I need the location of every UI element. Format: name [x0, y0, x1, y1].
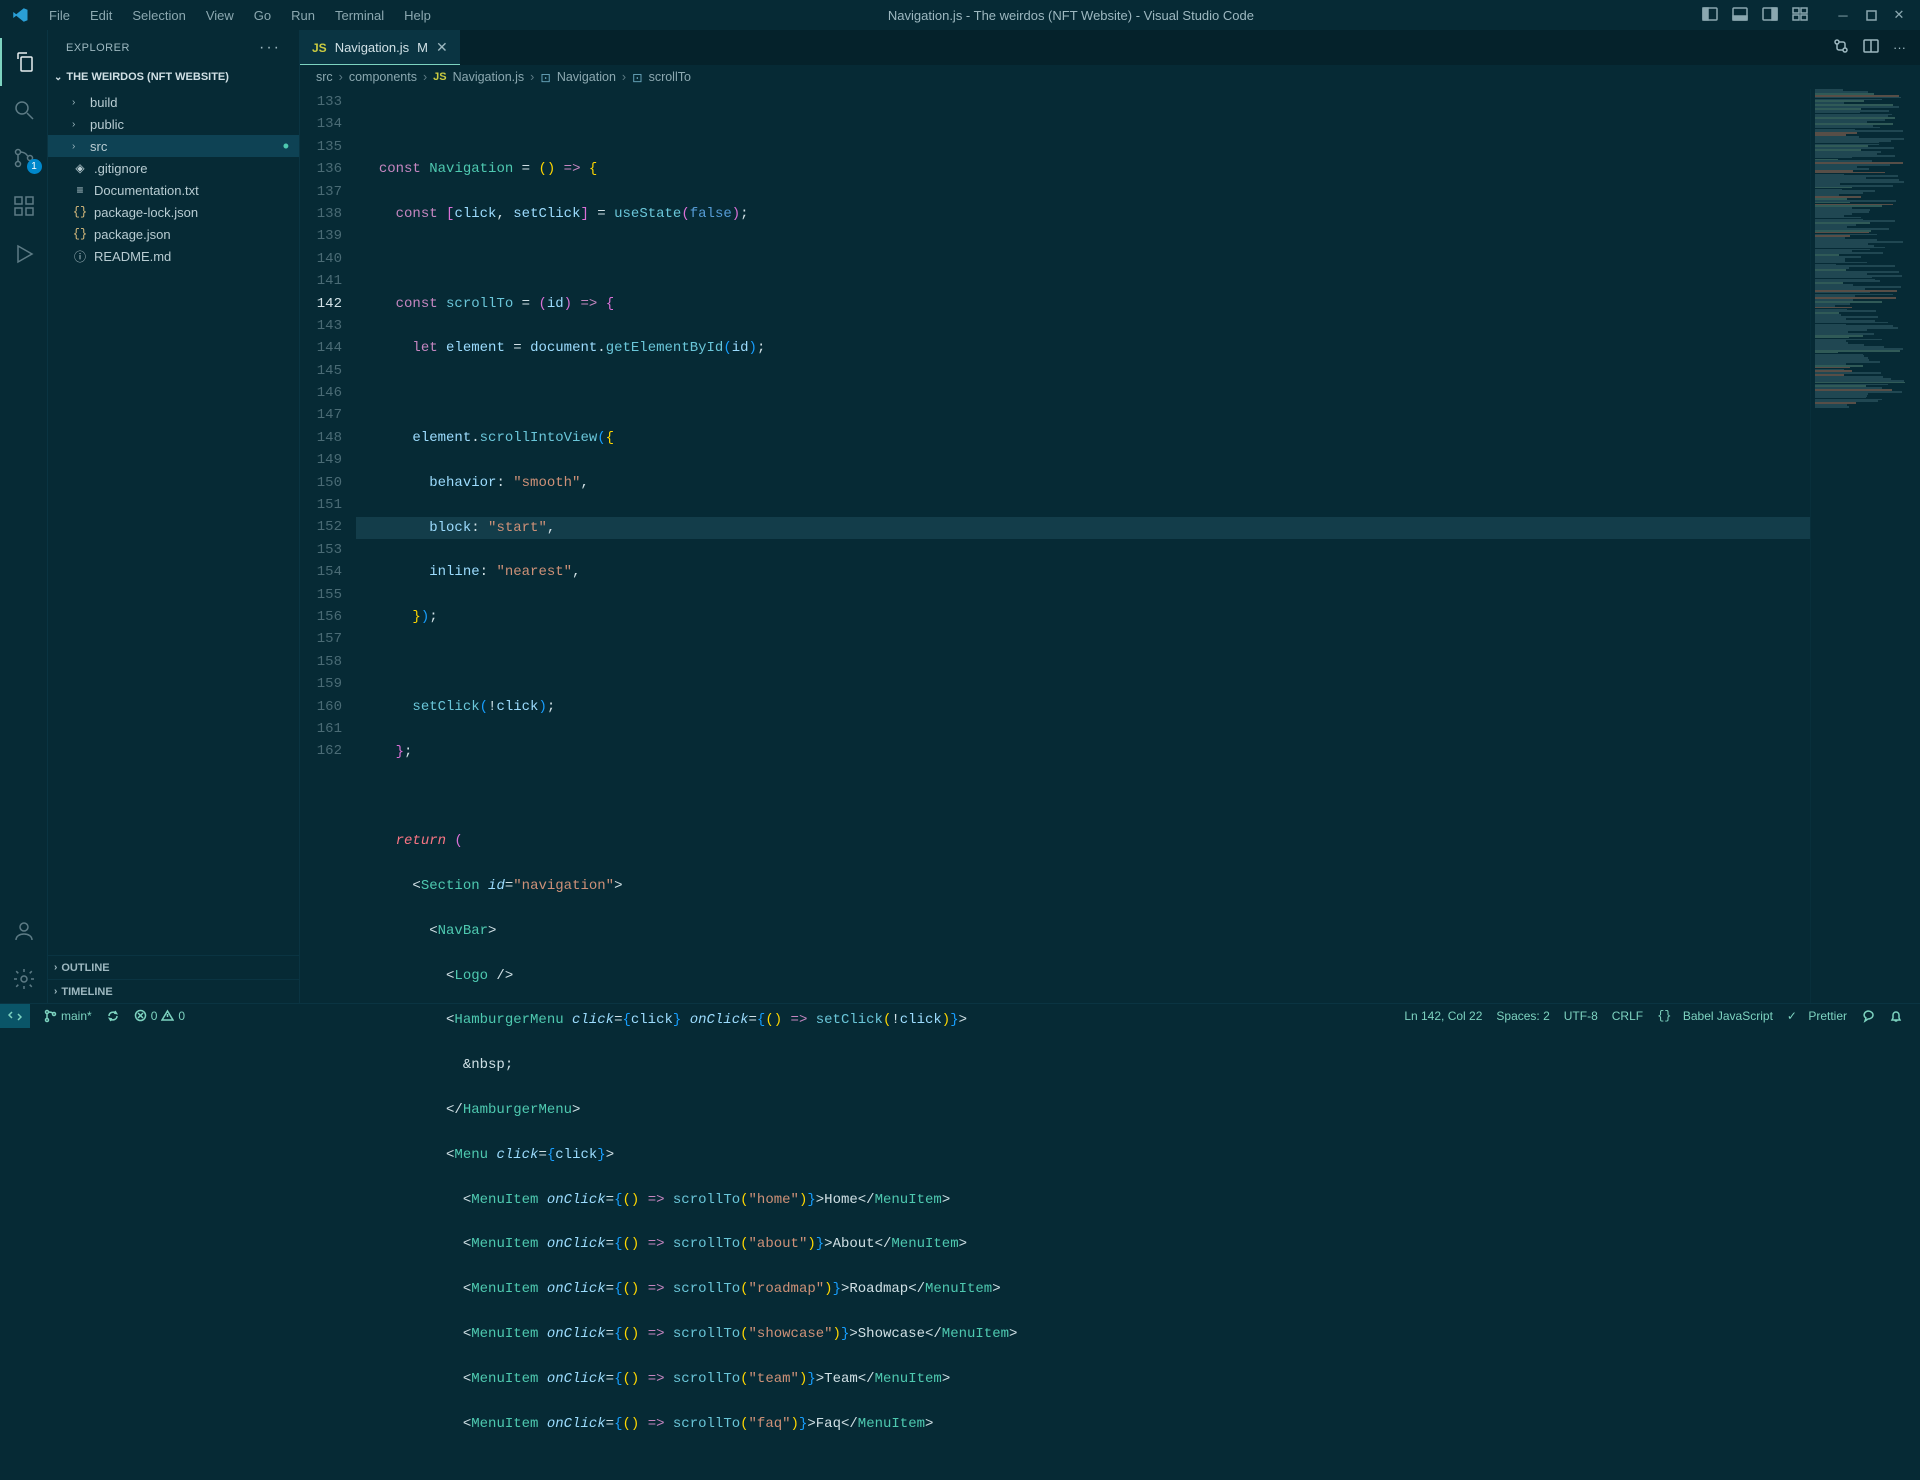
- chevron-right-icon: ›: [54, 986, 57, 997]
- breadcrumb-scrollto[interactable]: scrollTo: [649, 70, 691, 84]
- js-file-icon: JS: [433, 71, 446, 83]
- text-file-icon: ≡: [72, 183, 88, 197]
- chevron-right-icon: ›: [54, 962, 57, 973]
- sidebar-more-icon[interactable]: ···: [259, 39, 281, 57]
- sidebar-title-label: EXPLORER: [66, 42, 130, 54]
- vscode-logo-icon: [8, 3, 32, 27]
- editor-actions: ···: [1819, 30, 1920, 65]
- breadcrumb-file[interactable]: Navigation.js: [453, 70, 525, 84]
- minimap[interactable]: [1810, 89, 1920, 1003]
- file-gitignore[interactable]: ◈.gitignore: [48, 157, 299, 179]
- chevron-right-icon: ›: [530, 70, 534, 84]
- breadcrumb-components[interactable]: components: [349, 70, 417, 84]
- symbol-icon: ⊡: [632, 70, 642, 85]
- explorer-icon[interactable]: [0, 38, 48, 86]
- git-file-icon: ◈: [72, 161, 88, 175]
- compare-changes-icon[interactable]: [1833, 38, 1849, 57]
- folder-build[interactable]: ›build: [48, 91, 299, 113]
- sidebar: EXPLORER ··· ⌄ THE WEIRDOS (NFT WEBSITE)…: [48, 30, 300, 1003]
- window-title: Navigation.js - The weirdos (NFT Website…: [440, 8, 1702, 23]
- git-branch[interactable]: main*: [36, 1009, 99, 1023]
- tab-modified-indicator: M: [417, 40, 428, 55]
- menu-terminal[interactable]: Terminal: [326, 4, 393, 27]
- activitybar: 1: [0, 30, 48, 1003]
- minimize-icon[interactable]: ─: [1836, 8, 1850, 22]
- scm-badge: 1: [27, 159, 42, 174]
- file-packagelock[interactable]: {}package-lock.json: [48, 201, 299, 223]
- sidebar-title: EXPLORER ···: [48, 30, 299, 65]
- file-documentation[interactable]: ≡Documentation.txt: [48, 179, 299, 201]
- file-packagejson[interactable]: {}package.json: [48, 223, 299, 245]
- split-editor-icon[interactable]: [1863, 39, 1879, 56]
- menubar: File Edit Selection View Go Run Terminal…: [40, 4, 440, 27]
- file-readme[interactable]: ⓘREADME.md: [48, 245, 299, 267]
- run-debug-icon[interactable]: [0, 230, 48, 278]
- tab-navigation-js[interactable]: JS Navigation.js M ✕: [300, 30, 460, 65]
- extensions-icon[interactable]: [0, 182, 48, 230]
- chevron-right-icon: ›: [622, 70, 626, 84]
- toggle-panel-bottom-icon[interactable]: [1732, 7, 1748, 24]
- menu-view[interactable]: View: [197, 4, 243, 27]
- breadcrumb-src[interactable]: src: [316, 70, 333, 84]
- account-icon[interactable]: [0, 907, 48, 955]
- chevron-right-icon: ›: [423, 70, 427, 84]
- feedback-icon[interactable]: [1854, 1009, 1882, 1023]
- project-header[interactable]: ⌄ THE WEIRDOS (NFT WEBSITE): [48, 65, 299, 89]
- js-file-icon: JS: [312, 41, 327, 55]
- modified-dot-icon: •: [283, 137, 289, 155]
- json-file-icon: {}: [72, 205, 88, 219]
- file-tree: ›build ›public ›src• ◈.gitignore ≡Docume…: [48, 89, 299, 269]
- folder-public[interactable]: ›public: [48, 113, 299, 135]
- tab-close-icon[interactable]: ✕: [436, 39, 448, 56]
- editor-body[interactable]: 1331341351361371381391401411421431441451…: [300, 89, 1920, 1003]
- chevron-down-icon: ⌄: [54, 72, 62, 83]
- project-name: THE WEIRDOS (NFT WEBSITE): [66, 71, 229, 83]
- source-control-icon[interactable]: 1: [0, 134, 48, 182]
- search-icon[interactable]: [0, 86, 48, 134]
- symbol-icon: ⊡: [540, 70, 550, 85]
- sync-icon[interactable]: [99, 1009, 127, 1023]
- chevron-right-icon: ›: [339, 70, 343, 84]
- toggle-panel-right-icon[interactable]: [1762, 7, 1778, 24]
- titlebar: File Edit Selection View Go Run Terminal…: [0, 0, 1920, 30]
- menu-file[interactable]: File: [40, 4, 79, 27]
- breadcrumb-navigation[interactable]: Navigation: [557, 70, 616, 84]
- timeline-section[interactable]: ›TIMELINE: [48, 979, 299, 1003]
- maximize-icon[interactable]: [1864, 8, 1878, 22]
- customize-layout-icon[interactable]: [1792, 7, 1808, 24]
- info-file-icon: ⓘ: [72, 248, 88, 265]
- toggle-panel-left-icon[interactable]: [1702, 7, 1718, 24]
- bell-icon[interactable]: [1882, 1009, 1910, 1023]
- menu-selection[interactable]: Selection: [123, 4, 194, 27]
- titlebar-actions: ─ ✕: [1702, 7, 1912, 24]
- close-icon[interactable]: ✕: [1892, 8, 1906, 22]
- tab-bar: JS Navigation.js M ✕ ···: [300, 30, 1920, 65]
- tab-filename: Navigation.js: [335, 40, 409, 55]
- menu-help[interactable]: Help: [395, 4, 440, 27]
- settings-gear-icon[interactable]: [0, 955, 48, 1003]
- line-number-gutter: 1331341351361371381391401411421431441451…: [300, 89, 356, 1003]
- more-actions-icon[interactable]: ···: [1893, 40, 1906, 55]
- json-file-icon: {}: [72, 227, 88, 241]
- code-content[interactable]: const Navigation = () => { const [click,…: [356, 89, 1810, 1003]
- editor-group: JS Navigation.js M ✕ ··· src › component…: [300, 30, 1920, 1003]
- problems[interactable]: 0 0: [127, 1009, 192, 1023]
- menu-run[interactable]: Run: [282, 4, 324, 27]
- breadcrumbs[interactable]: src › components › JS Navigation.js › ⊡ …: [300, 65, 1920, 89]
- remote-indicator-icon[interactable]: [0, 1004, 30, 1028]
- outline-section[interactable]: ›OUTLINE: [48, 955, 299, 979]
- folder-src[interactable]: ›src•: [48, 135, 299, 157]
- menu-go[interactable]: Go: [245, 4, 280, 27]
- menu-edit[interactable]: Edit: [81, 4, 121, 27]
